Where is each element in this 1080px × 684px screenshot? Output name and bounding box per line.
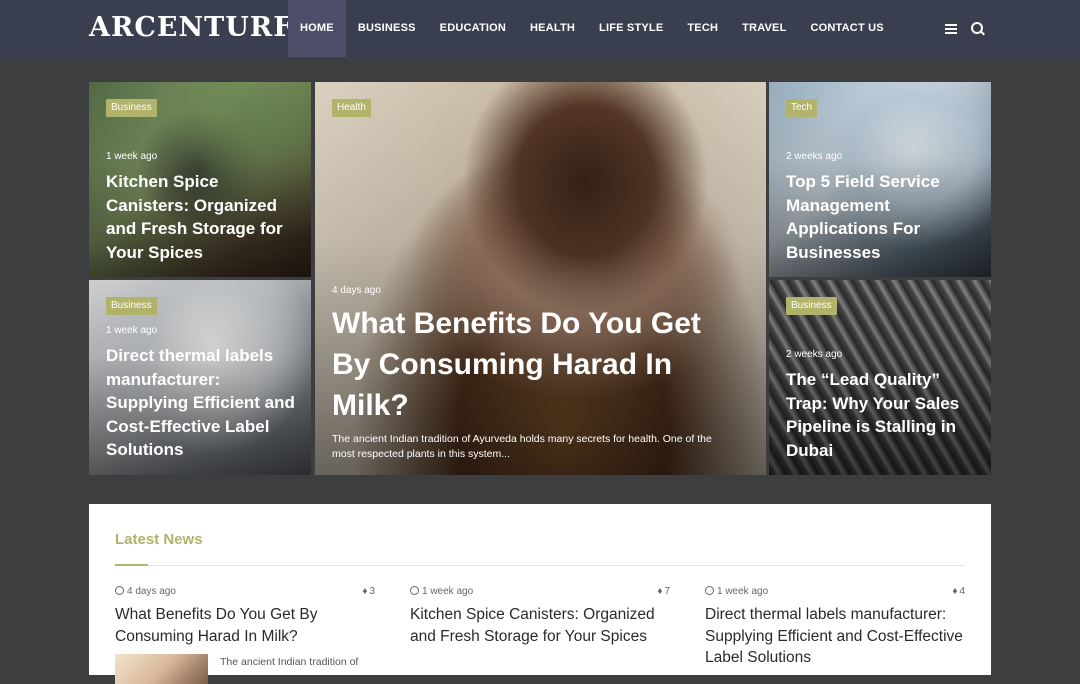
nav-item-contact-us[interactable]: CONTACT US	[799, 0, 896, 57]
category-badge[interactable]: Health	[332, 99, 371, 117]
news-item: 1 week ago ♦ 7 Kitchen Spice Canisters: O…	[410, 584, 670, 647]
nav-item-education[interactable]: EDUCATION	[428, 0, 518, 57]
main-nav: HOME BUSINESS EDUCATION HEALTH LIFE STYL…	[288, 0, 896, 57]
news-views: 3	[369, 585, 375, 597]
featured-post-card[interactable]: Business 1 week ago Direct thermal label…	[89, 280, 311, 475]
fire-icon: ♦	[362, 585, 368, 597]
category-badge[interactable]: Business	[106, 297, 157, 315]
nav-item-business[interactable]: BUSINESS	[346, 0, 428, 57]
news-date: 4 days ago	[127, 585, 176, 597]
post-title[interactable]: Top 5 Field Service Management Applicati…	[786, 170, 977, 264]
section-divider-accent	[115, 564, 148, 566]
category-badge[interactable]: Business	[106, 99, 157, 117]
featured-post-card[interactable]: Tech 2 weeks ago Top 5 Field Service Man…	[769, 82, 991, 277]
news-item: 1 week ago ♦ 4 Direct thermal labels manu…	[705, 584, 965, 669]
post-title[interactable]: Direct thermal labels manufacturer: Supp…	[106, 344, 297, 462]
clock-icon	[705, 585, 714, 595]
news-title[interactable]: Direct thermal labels manufacturer: Supp…	[705, 604, 965, 669]
news-excerpt: The ancient Indian tradition of	[220, 656, 359, 668]
news-thumbnail[interactable]	[115, 654, 208, 684]
nav-item-tech[interactable]: TECH	[675, 0, 730, 57]
post-date: 2 weeks ago	[786, 151, 843, 162]
post-date: 2 weeks ago	[786, 349, 843, 360]
fire-icon: ♦	[657, 585, 663, 597]
news-date: 1 week ago	[717, 585, 769, 597]
news-title[interactable]: Kitchen Spice Canisters: Organized and F…	[410, 604, 670, 647]
post-date: 4 days ago	[332, 285, 381, 296]
site-logo[interactable]: ARCENTURF	[89, 10, 293, 46]
news-meta: 1 week ago ♦ 7	[410, 584, 670, 598]
news-date: 1 week ago	[422, 585, 474, 597]
news-title[interactable]: What Benefits Do You Get By Consuming Ha…	[115, 604, 375, 647]
category-badge[interactable]: Business	[786, 297, 837, 315]
clock-icon	[115, 585, 124, 595]
header-actions	[945, 0, 985, 57]
post-title[interactable]: The “Lead Quality” Trap: Why Your Sales …	[786, 368, 977, 462]
featured-post-card[interactable]: Business 1 week ago Kitchen Spice Canist…	[89, 82, 311, 277]
news-views: 4	[959, 585, 965, 597]
featured-post-card[interactable]: Business 2 weeks ago The “Lead Quality” …	[769, 280, 991, 475]
top-navigation-bar: ARCENTURF HOME BUSINESS EDUCATION HEALTH…	[0, 0, 1080, 57]
clock-icon	[410, 585, 419, 595]
news-views: 7	[664, 585, 670, 597]
post-date: 1 week ago	[106, 325, 158, 336]
category-badge[interactable]: Tech	[786, 99, 818, 117]
post-date: 1 week ago	[106, 151, 158, 162]
nav-item-health[interactable]: HEALTH	[518, 0, 587, 57]
nav-item-travel[interactable]: TRAVEL	[730, 0, 798, 57]
news-meta: 4 days ago ♦ 3	[115, 584, 375, 598]
main-featured-post-card[interactable]: Health 4 days ago What Benefits Do You G…	[315, 82, 766, 475]
section-divider	[115, 565, 965, 566]
hamburger-menu-icon[interactable]	[945, 22, 959, 36]
post-title[interactable]: Kitchen Spice Canisters: Organized and F…	[106, 170, 297, 264]
fire-icon: ♦	[952, 585, 958, 597]
post-excerpt: The ancient Indian tradition of Ayurveda…	[332, 433, 712, 460]
nav-item-home[interactable]: HOME	[288, 0, 346, 57]
post-title[interactable]: What Benefits Do You Get By Consuming Ha…	[332, 303, 736, 426]
section-title: Latest News	[115, 531, 203, 548]
nav-item-life-style[interactable]: LIFE STYLE	[587, 0, 675, 57]
search-icon[interactable]	[971, 21, 985, 36]
news-item: 4 days ago ♦ 3 What Benefits Do You Get B…	[115, 584, 375, 684]
latest-news-section: Latest News 4 days ago ♦ 3 What Benefits …	[89, 504, 991, 684]
news-meta: 1 week ago ♦ 4	[705, 584, 965, 598]
